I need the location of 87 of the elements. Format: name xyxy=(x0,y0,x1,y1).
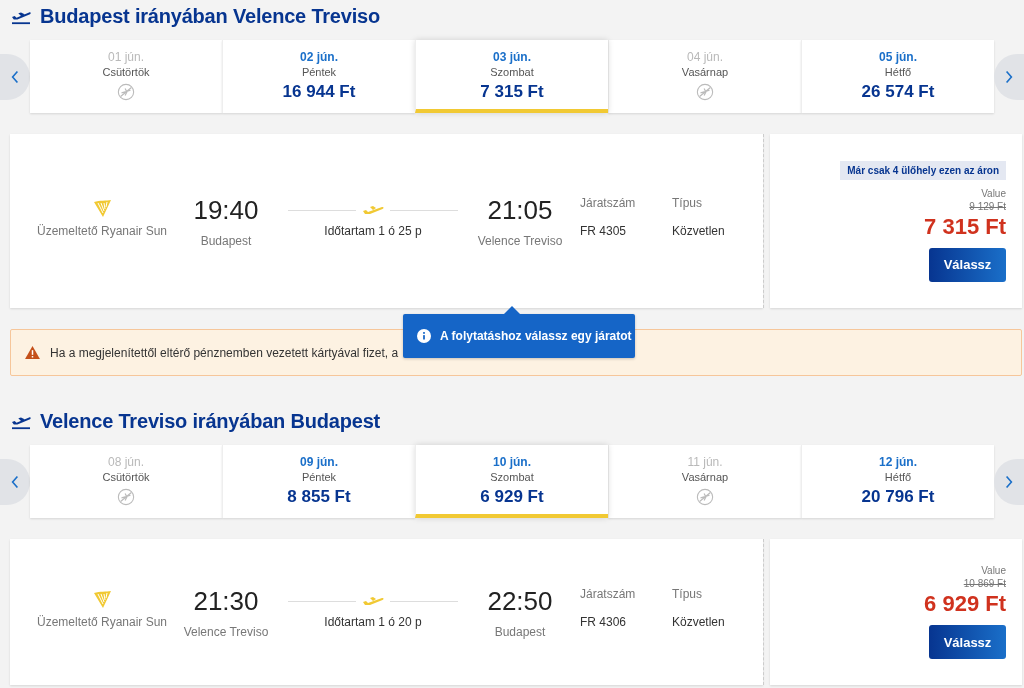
date-tab[interactable]: 01 jún. Csütörtök xyxy=(30,40,222,113)
flight-type-label: Típus xyxy=(672,587,703,601)
arrival-city: Budapest xyxy=(494,624,546,639)
fare-price: 16 944 Ft xyxy=(282,82,356,102)
fare-price: 8 855 Ft xyxy=(287,487,351,507)
departure-time: 21:30 xyxy=(193,585,259,617)
departure-time: 19:40 xyxy=(193,194,259,226)
select-button[interactable]: Válassz xyxy=(929,625,1006,659)
fare-price: 6 929 Ft xyxy=(480,487,544,507)
arrival-time: 22:50 xyxy=(487,585,553,617)
date-tab[interactable]: 10 jún. Szombat 6 929 Ft xyxy=(415,445,608,518)
flight-number: FR 4306 xyxy=(580,615,628,629)
date-tab[interactable]: 05 jún. Hétfő 26 574 Ft xyxy=(801,40,994,113)
previous-dates-button[interactable] xyxy=(0,458,30,505)
date-tab[interactable]: 04 jún. Vasárnap xyxy=(608,40,801,113)
chevron-left-icon xyxy=(11,69,19,84)
chevron-right-icon xyxy=(1005,69,1013,84)
previous-dates-button[interactable] xyxy=(0,53,30,100)
original-price: 10 869 Ft xyxy=(963,578,1006,589)
flight-duration: Időtartam 1 ó 20 p xyxy=(324,615,422,629)
section-title: Budapest irányában Velence Treviso xyxy=(40,4,381,28)
date-tab[interactable]: 11 jún. Vasárnap xyxy=(608,445,801,518)
flight-number-label: Járatszám xyxy=(580,587,637,601)
date-label: 10 jún. xyxy=(493,455,531,469)
plane-icon xyxy=(362,595,384,607)
flight-type-label: Típus xyxy=(672,196,703,210)
arrival-city: Velence Treviso xyxy=(477,233,563,248)
flight-duration: Időtartam 1 ó 25 p xyxy=(324,224,422,238)
weekday-label: Hétfő xyxy=(884,471,912,483)
weekday-label: Csütörtök xyxy=(102,66,150,78)
no-flight-icon xyxy=(117,83,135,101)
next-dates-button[interactable] xyxy=(994,458,1024,505)
seats-left-notice: Már csak 4 ülőhely ezen az áron xyxy=(840,160,1006,180)
fare-price: 7 315 Ft xyxy=(480,82,544,102)
flight-type: Közvetlen xyxy=(672,224,726,238)
flight-number: FR 4305 xyxy=(580,224,628,238)
no-flight-icon xyxy=(117,488,135,506)
date-label: 03 jún. xyxy=(493,50,531,64)
date-tab[interactable]: 12 jún. Hétfő 20 796 Ft xyxy=(801,445,994,518)
operator-label: Üzemeltető Ryanair Sun xyxy=(36,615,168,629)
operator-label: Üzemeltető Ryanair Sun xyxy=(36,224,168,238)
date-label: 01 jún. xyxy=(108,50,144,64)
harp-logo-icon xyxy=(92,589,112,609)
info-icon xyxy=(417,329,431,343)
weekday-label: Szombat xyxy=(490,471,534,483)
fare-price: 26 574 Ft xyxy=(861,82,935,102)
date-tab[interactable]: 08 jún. Csütörtök xyxy=(30,445,222,518)
original-price: 9 129 Ft xyxy=(969,200,1006,212)
flight-number-label: Járatszám xyxy=(580,196,637,210)
flight-type: Közvetlen xyxy=(672,615,726,629)
tooltip-text: A folytatáshoz válassz egy járatot xyxy=(440,329,632,343)
fare-type-label: Value xyxy=(981,565,1006,576)
date-label: 02 jún. xyxy=(300,50,338,64)
section-title: Velence Treviso irányában Budapest xyxy=(40,409,381,433)
weekday-label: Csütörtök xyxy=(102,471,150,483)
next-dates-button[interactable] xyxy=(994,53,1024,100)
harp-logo-icon xyxy=(92,198,112,218)
date-label: 05 jún. xyxy=(879,50,917,64)
no-flight-icon xyxy=(696,488,714,506)
date-label: 11 jún. xyxy=(687,455,723,469)
date-tab[interactable]: 02 jún. Péntek 16 944 Ft xyxy=(222,40,415,113)
weekday-label: Péntek xyxy=(301,66,337,78)
flight-price: 7 315 Ft xyxy=(924,213,1006,240)
arrival-time: 21:05 xyxy=(487,194,553,226)
no-flight-icon xyxy=(696,83,714,101)
date-tab[interactable]: 03 jún. Szombat 7 315 Ft xyxy=(415,40,608,113)
flight-price: 6 929 Ft xyxy=(924,591,1006,617)
departure-city: Velence Treviso xyxy=(183,624,269,639)
weekday-label: Szombat xyxy=(490,66,534,78)
weekday-label: Hétfő xyxy=(884,66,912,78)
warning-icon xyxy=(25,346,40,359)
plane-icon xyxy=(362,204,384,216)
date-label: 09 jún. xyxy=(300,455,338,469)
weekday-label: Péntek xyxy=(301,471,337,483)
date-label: 08 jún. xyxy=(108,455,144,469)
fare-type-label: Value xyxy=(981,187,1006,199)
date-label: 12 jún. xyxy=(879,455,917,469)
departure-city: Budapest xyxy=(200,233,252,248)
chevron-right-icon xyxy=(1005,474,1013,489)
date-label: 04 jún. xyxy=(687,50,723,64)
fare-price: 20 796 Ft xyxy=(861,487,935,507)
select-button[interactable]: Válassz xyxy=(929,247,1006,282)
chevron-left-icon xyxy=(11,474,19,489)
weekday-label: Vasárnap xyxy=(681,66,729,78)
warning-text: Ha a megjelenítettől eltérő pénznemben vezetett kártyával fizet, a xyxy=(50,345,399,360)
weekday-label: Vasárnap xyxy=(681,471,729,483)
date-tab[interactable]: 09 jún. Péntek 8 855 Ft xyxy=(222,445,415,518)
